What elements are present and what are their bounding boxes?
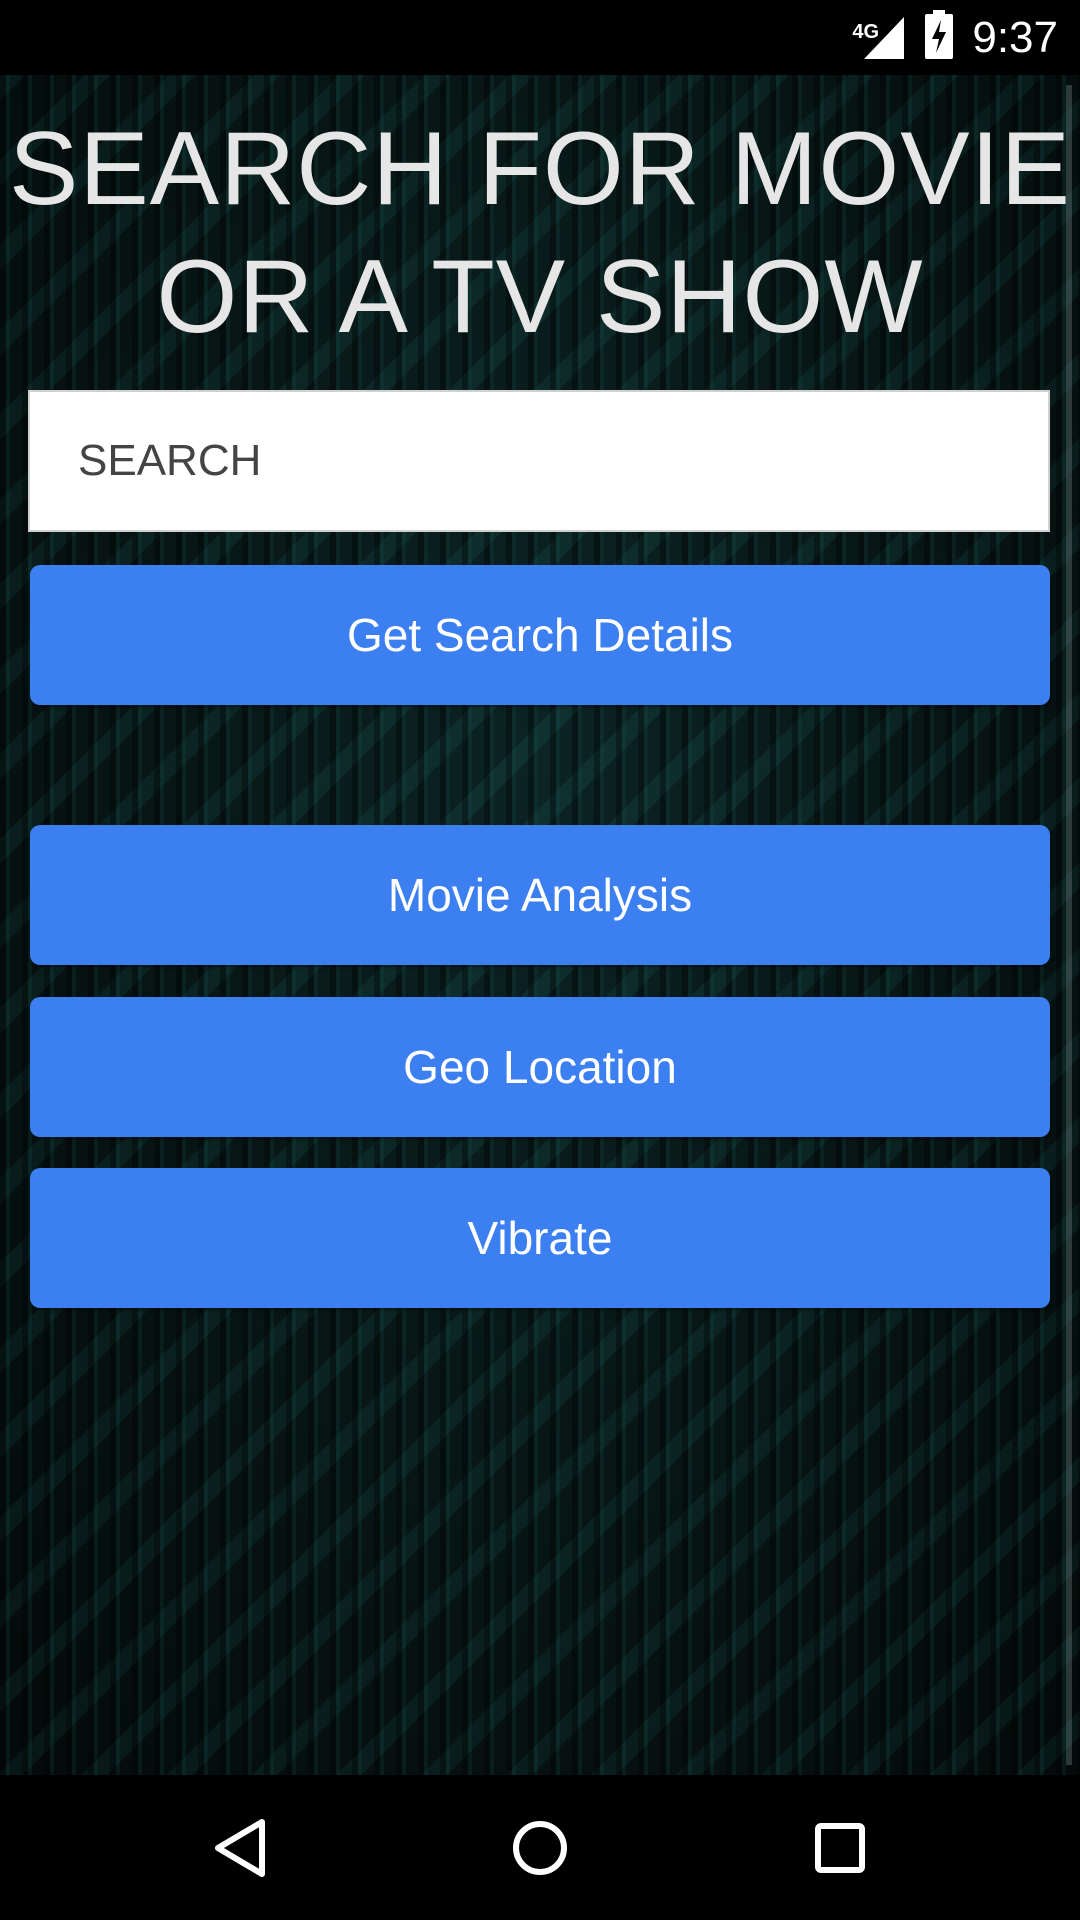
- navigation-bar: [0, 1775, 1080, 1920]
- main-content: SEARCH FOR MOVIE OR A TV SHOW Get Search…: [0, 75, 1080, 1775]
- home-button[interactable]: [460, 1775, 620, 1920]
- vibrate-label: Vibrate: [467, 1212, 613, 1264]
- recents-button[interactable]: [760, 1775, 920, 1920]
- status-icons: 4G 9:37: [852, 0, 1058, 75]
- movie-analysis-label: Movie Analysis: [387, 869, 693, 921]
- recents-icon: [815, 1822, 865, 1873]
- get-search-details-button[interactable]: Get Search Details: [30, 565, 1050, 705]
- status-bar: 4G 9:37: [0, 0, 1080, 75]
- back-icon: [215, 1818, 265, 1877]
- page-title-line-2: OR A TV SHOW: [156, 239, 924, 355]
- search-field[interactable]: [28, 390, 1050, 532]
- movie-analysis-button[interactable]: Movie Analysis: [30, 825, 1050, 965]
- app-screen: 4G 9:37 SEARCH FOR MOVIE OR A TV SHOW SE…: [0, 0, 1080, 1920]
- signal-icon: 4G: [852, 13, 906, 63]
- home-icon: [513, 1820, 567, 1875]
- vibrate-button[interactable]: Vibrate: [30, 1168, 1050, 1308]
- clock: 9:37: [972, 12, 1058, 62]
- page-title-line-1: SEARCH FOR MOVIE: [9, 111, 1071, 227]
- back-button[interactable]: [160, 1775, 320, 1920]
- page-title: SEARCH FOR MOVIE OR A TV SHOW: [0, 105, 1080, 361]
- battery-icon: [924, 10, 954, 65]
- get-search-details-label: Get Search Details: [346, 609, 734, 661]
- search-input[interactable]: [78, 436, 1048, 486]
- geo-location-button[interactable]: Geo Location: [30, 997, 1050, 1137]
- geo-location-label: Geo Location: [403, 1041, 677, 1093]
